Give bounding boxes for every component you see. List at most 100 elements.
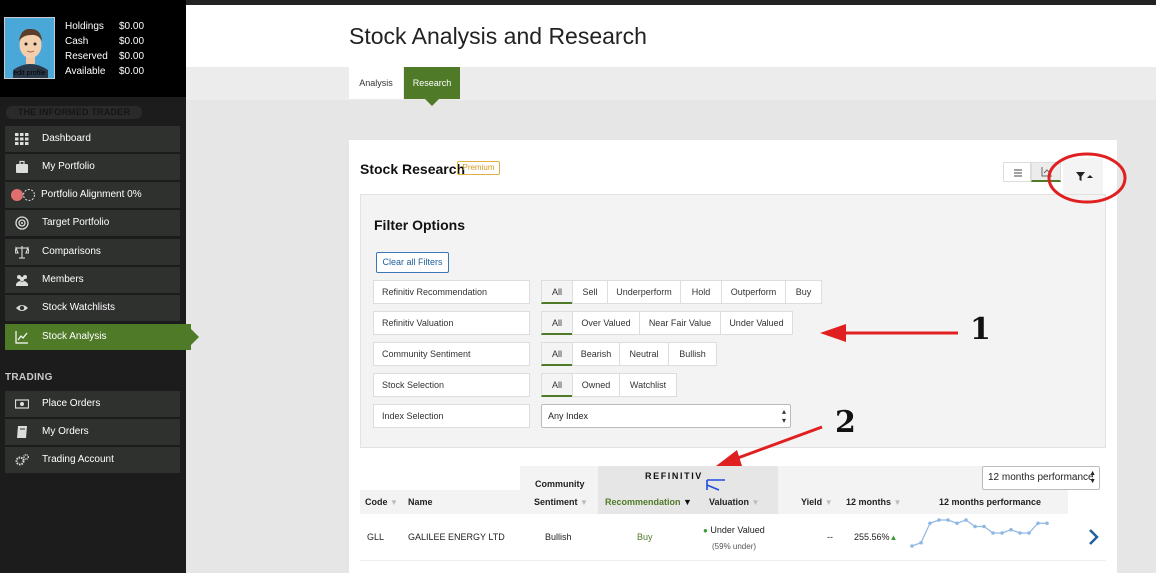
- performance-period-select[interactable]: 12 months performance ▲ ▼: [982, 466, 1100, 490]
- cell-recommendation: Buy: [637, 532, 653, 542]
- select-arrows-icon: ▴ ▾: [781, 407, 786, 425]
- sidebar-item-dashboard[interactable]: Dashboard: [5, 126, 180, 152]
- grid-icon: [15, 133, 29, 145]
- avatar[interactable]: edit profile: [4, 17, 55, 79]
- filter-option-sell[interactable]: Sell: [572, 280, 608, 304]
- sidebar-item-target-portfolio[interactable]: Target Portfolio: [5, 210, 180, 236]
- cell-code: GLL: [367, 532, 385, 542]
- col-code[interactable]: Code ▼: [365, 497, 398, 507]
- sidebar-item-comparisons[interactable]: Comparisons: [5, 239, 180, 265]
- tab-analysis[interactable]: Analysis: [349, 67, 403, 99]
- results-table-header: REFINITIV Community Code ▼ Name Sentimen…: [360, 466, 1068, 514]
- cash-value: $0.00: [119, 36, 145, 47]
- briefcase-icon: [16, 160, 28, 173]
- sparkline-point: [1027, 531, 1031, 535]
- sidebar-item-stock-analysis[interactable]: Stock Analysis: [5, 324, 199, 350]
- filter-option-underperform[interactable]: Underperform: [607, 280, 681, 304]
- sparkline-point: [928, 521, 932, 526]
- col-valuation[interactable]: Valuation ▼: [709, 497, 759, 507]
- sort-icon: ▼: [580, 498, 588, 507]
- sparkline-chart: [910, 518, 1049, 548]
- col-12-months[interactable]: 12 months ▼: [846, 497, 901, 507]
- list-view-button[interactable]: [1003, 162, 1031, 182]
- sparkline-point: [955, 521, 959, 526]
- sidebar-item-members[interactable]: Members: [5, 267, 180, 293]
- filter-option-bullish[interactable]: Bullish: [668, 342, 717, 366]
- cell-valuation: ● Under Valued: [703, 525, 765, 535]
- col-valuation-label: Valuation: [709, 497, 750, 507]
- clear-all-filters-button[interactable]: Clear all Filters: [376, 252, 449, 273]
- filter-option-all[interactable]: All: [541, 280, 573, 304]
- col-recommendation[interactable]: Recommendation ▼: [605, 497, 692, 507]
- brand-logo[interactable]: THE INFORMED TRADER: [6, 106, 142, 119]
- chart-view-button[interactable]: [1031, 162, 1061, 182]
- col-12-months-label: 12 months: [846, 497, 892, 507]
- sparkline-point: [991, 531, 995, 535]
- alignment-dots-icon: [11, 189, 35, 201]
- chevron-right-icon[interactable]: [1087, 528, 1099, 546]
- available-label: Available: [65, 66, 106, 77]
- cell-yield: --: [827, 532, 833, 542]
- filter-option-all[interactable]: All: [541, 373, 573, 397]
- sidebar-item-my-orders[interactable]: My Orders: [5, 419, 180, 445]
- chart-icon: [1041, 167, 1053, 177]
- edit-profile-link[interactable]: edit profile: [5, 70, 54, 77]
- filter-option-all[interactable]: All: [541, 311, 573, 335]
- filter-icon: [1076, 172, 1093, 181]
- filter-option-hold[interactable]: Hold: [680, 280, 722, 304]
- sparkline-point: [1018, 531, 1022, 535]
- sidebar-item-label: Stock Watchlists: [42, 302, 115, 313]
- cell-sentiment: Bullish: [545, 532, 572, 542]
- filter-option-watchlist[interactable]: Watchlist: [619, 373, 677, 397]
- select-arrows-icon: ▲ ▼: [1089, 470, 1096, 485]
- sparkline-point: [937, 518, 941, 522]
- filter-option-buy[interactable]: Buy: [785, 280, 822, 304]
- col-sentiment-label: Sentiment: [534, 497, 578, 507]
- sparkline-point: [910, 544, 914, 548]
- available-row: Available $0.00: [65, 66, 180, 78]
- filter-option-neutral[interactable]: Neutral: [619, 342, 669, 366]
- sparkline-point: [1036, 521, 1040, 526]
- filter-option-near-fair-value[interactable]: Near Fair Value: [639, 311, 721, 335]
- sidebar-item-portfolio-alignment[interactable]: Portfolio Alignment 0%: [5, 182, 180, 208]
- list-icon: [1014, 169, 1022, 177]
- sidebar-item-label: Portfolio Alignment 0%: [41, 189, 142, 200]
- col-yield[interactable]: Yield ▼: [801, 497, 833, 507]
- filter-label: Stock Selection: [373, 373, 530, 397]
- filter-toggle-button[interactable]: [1063, 158, 1103, 194]
- sidebar-item-label: My Orders: [42, 426, 89, 437]
- cell-change: 255.56%▲: [854, 532, 897, 542]
- stock-research-title: Stock Research: [360, 161, 466, 177]
- filter-label: Index Selection: [373, 404, 530, 428]
- status-dot-icon: ●: [703, 526, 708, 535]
- filter-options-title: Filter Options: [374, 217, 465, 233]
- reserved-value: $0.00: [119, 51, 145, 62]
- refinitiv-logo-mark-icon: [706, 479, 725, 491]
- col-12-months-performance: 12 months performance: [939, 497, 1042, 507]
- cell-change-value: 255.56%: [854, 532, 890, 542]
- filter-label: Refinitiv Valuation: [373, 311, 530, 335]
- table-row[interactable]: GLL GALILEE ENERGY LTD Bullish Buy ● Und…: [360, 514, 1106, 561]
- sidebar-item-trading-account[interactable]: Trading Account: [5, 447, 180, 473]
- filter-option-all[interactable]: All: [541, 342, 573, 366]
- sidebar-item-place-orders[interactable]: Place Orders: [5, 391, 180, 417]
- line-chart-icon: [15, 331, 28, 344]
- reserved-label: Reserved: [65, 51, 108, 62]
- filter-option-bearish[interactable]: Bearish: [572, 342, 620, 366]
- up-arrow-icon: ▲: [889, 533, 898, 542]
- filter-option-over-valued[interactable]: Over Valued: [572, 311, 640, 335]
- refinitiv-logo: REFINITIV: [645, 471, 703, 481]
- tab-research[interactable]: Research: [404, 67, 460, 106]
- filter-option-under-valued[interactable]: Under Valued: [720, 311, 793, 335]
- col-sentiment[interactable]: Sentiment ▼: [534, 497, 588, 507]
- sidebar-item-stock-watchlists[interactable]: Stock Watchlists: [5, 295, 180, 321]
- sidebar-item-my-portfolio[interactable]: My Portfolio: [5, 154, 180, 180]
- index-select[interactable]: Any Index ▴ ▾: [541, 404, 791, 428]
- filter-option-owned[interactable]: Owned: [572, 373, 620, 397]
- cell-valuation-sub: (59% under): [712, 542, 757, 551]
- premium-badge: Premium: [457, 161, 500, 175]
- performance-period-value: 12 months performance: [988, 472, 1094, 483]
- filter-option-outperform[interactable]: Outperform: [721, 280, 786, 304]
- page-header: Stock Analysis and Research: [186, 5, 1156, 67]
- holdings-row: Holdings $0.00: [65, 21, 180, 33]
